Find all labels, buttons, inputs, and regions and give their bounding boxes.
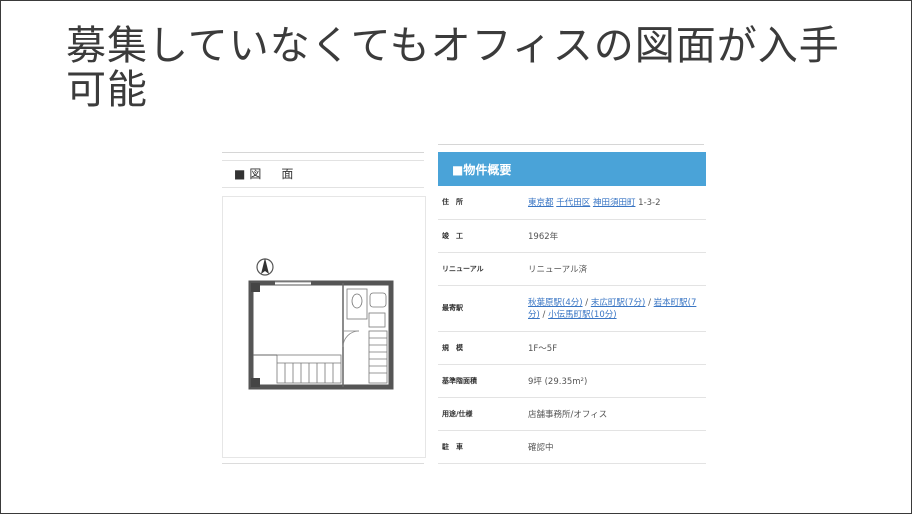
row-value: 東京都 千代田区 神田須田町 1-3-2: [524, 186, 706, 220]
floor-plan-drawing: [248, 258, 394, 390]
property-summary-table: 住 所東京都 千代田区 神田須田町 1-3-2 竣 工 1962年 リニューアル リニュ…: [438, 186, 706, 464]
location-link[interactable]: 千代田区: [556, 198, 590, 208]
slide-title: 募集していなくてもオフィスの図面が入手可能: [66, 23, 840, 113]
location-link[interactable]: 神田須田町: [593, 198, 636, 208]
row-value: 1F〜5F: [524, 331, 706, 365]
row-label: リニューアル: [438, 252, 524, 286]
divider: [438, 144, 704, 145]
table-row: 用途/仕様 店舗事務所/オフィス: [438, 397, 706, 431]
row-value-text: 確認中: [528, 442, 554, 453]
row-label: 用途/仕様: [438, 397, 524, 431]
row-label: 竣 工: [438, 219, 524, 253]
row-value-text: 9坪 (29.35m²): [528, 376, 588, 387]
row-label: 住 所: [438, 186, 524, 220]
row-label: 駐 車: [438, 430, 524, 464]
row-value-text: 1F〜5F: [528, 343, 558, 354]
row-label: 最寄駅: [438, 285, 524, 332]
location-link[interactable]: 末広町駅(7分): [591, 298, 646, 308]
table-row: 住 所東京都 千代田区 神田須田町 1-3-2: [438, 186, 706, 220]
row-value: 確認中: [524, 430, 706, 464]
location-link[interactable]: 小伝馬町駅(10分): [548, 310, 616, 320]
divider: [222, 152, 424, 153]
table-row: 規 模 1F〜5F: [438, 331, 706, 365]
floorplan-heading-label: ■図 面: [234, 167, 298, 181]
location-link[interactable]: 東京都: [528, 198, 554, 208]
row-value-text: 1962年: [528, 231, 559, 242]
north-arrow-icon: [256, 258, 274, 276]
row-value: 店舗事務所/オフィス: [524, 397, 706, 431]
floorplan-heading: ■図 面: [222, 160, 424, 188]
listing-screenshot: ■図 面 ■物件概要 住 所 東京都 千代田区 神田須田町 1-3-2 竣 工 …: [222, 140, 706, 466]
row-value-text: 店舗事務所/オフィス: [528, 409, 608, 420]
table-row: 竣 工 1962年: [438, 219, 706, 253]
property-summary-heading: ■物件概要: [452, 163, 512, 177]
row-value-text: リニューアル済: [528, 264, 588, 275]
floor-plan-image[interactable]: [222, 196, 426, 458]
property-summary-header: ■物件概要: [438, 152, 706, 186]
divider: [222, 463, 424, 464]
row-value: 9坪 (29.35m²): [524, 364, 706, 398]
row-value-text: 1-3-2: [635, 198, 661, 209]
row-value: リニューアル済: [524, 252, 706, 286]
table-row: 基準階面積 9坪 (29.35m²): [438, 364, 706, 398]
row-value: 秋葉原駅(4分) / 末広町駅(7分) / 岩本町駅(7分) / 小伝馬町駅(1…: [524, 285, 706, 332]
table-row: 駐 車確認中: [438, 430, 706, 464]
row-label: 規 模: [438, 331, 524, 365]
table-row: 最寄駅 秋葉原駅(4分) / 末広町駅(7分) / 岩本町駅(7分) / 小伝馬町…: [438, 285, 706, 332]
row-label: 基準階面積: [438, 364, 524, 398]
table-row: リニューアル リニューアル済: [438, 252, 706, 286]
row-value: 1962年: [524, 219, 706, 253]
location-link[interactable]: 秋葉原駅(4分): [528, 298, 583, 308]
